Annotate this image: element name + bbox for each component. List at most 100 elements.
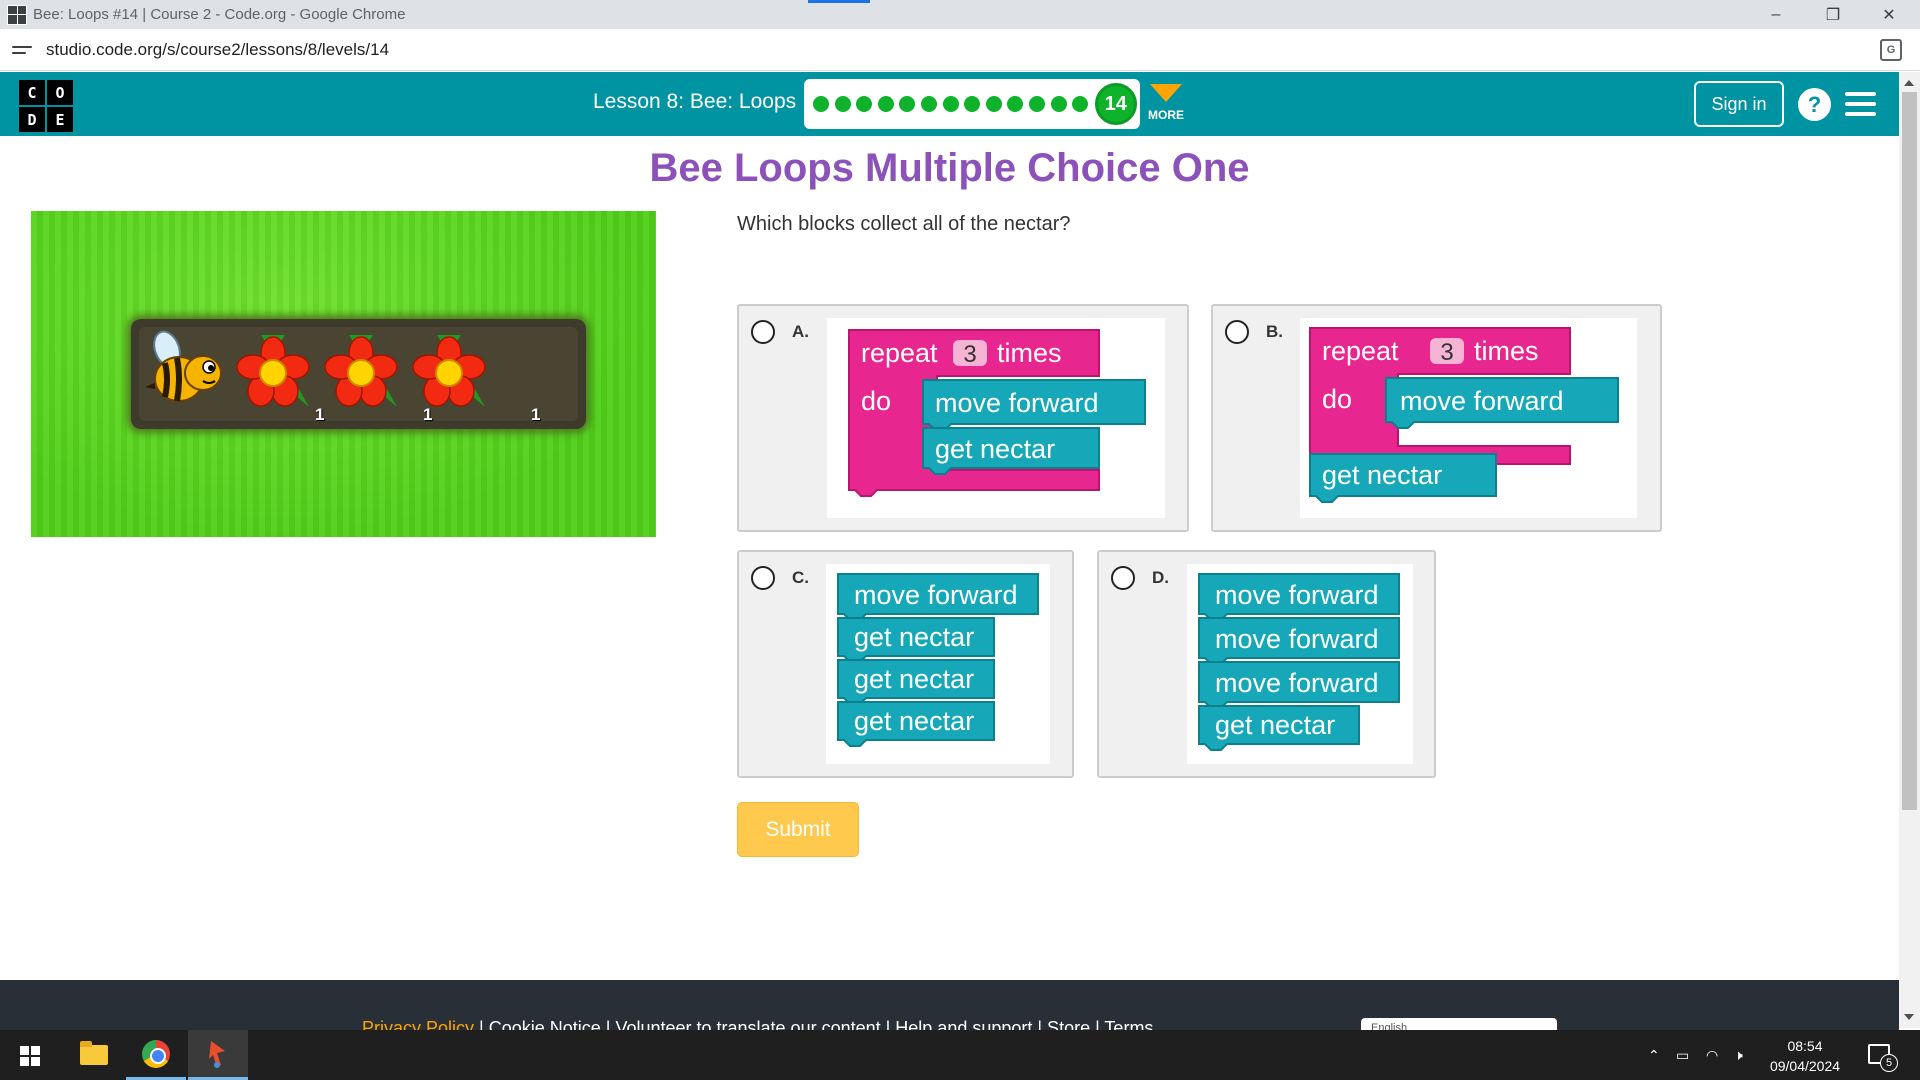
chevron-down-icon	[1150, 84, 1182, 102]
close-button[interactable]: ✕	[1866, 0, 1912, 29]
translate-icon[interactable]: G	[1880, 39, 1902, 61]
choice-c[interactable]: C. move forward get nectar get nectar ge…	[737, 550, 1074, 778]
file-explorer-taskbar-item[interactable]	[64, 1030, 124, 1080]
current-level-bubble[interactable]: 14	[1094, 83, 1137, 125]
progress-dot[interactable]	[920, 96, 937, 112]
progress-dot[interactable]	[834, 96, 851, 112]
codeorg-logo[interactable]: C O D E	[19, 80, 73, 132]
block-move-forward: move forward	[1215, 668, 1379, 698]
block-get-nectar: get nectar	[854, 622, 974, 652]
notification-center-icon[interactable]: 5	[1868, 1044, 1898, 1072]
address-bar[interactable]: studio.code.org/s/course2/lessons/8/leve…	[0, 29, 1920, 71]
times-label: times	[1474, 336, 1539, 366]
block-get-nectar: get nectar	[935, 434, 1055, 464]
do-label: do	[1322, 384, 1352, 414]
block-get-nectar: get nectar	[1215, 710, 1335, 740]
flower-icon	[412, 335, 486, 407]
repeat-label: repeat	[1322, 336, 1399, 366]
site-header: C O D E Lesson 8: Bee: Loops 14 MORE Sig…	[0, 72, 1899, 136]
progress-dot[interactable]	[899, 96, 916, 112]
page-scrollbar[interactable]	[1899, 72, 1920, 1028]
block-get-nectar: get nectar	[1322, 460, 1442, 490]
chevron-up-icon[interactable]: ⌃	[1648, 1030, 1660, 1080]
codeorg-favicon-icon	[7, 4, 27, 25]
browser-title-bar: Bee: Loops #14 | Course 2 - Code.org - G…	[0, 0, 1920, 29]
flower-icon	[324, 335, 398, 407]
progress-dot[interactable]	[856, 96, 873, 112]
repeat-count: 3	[963, 341, 976, 368]
scroll-down-arrow-icon[interactable]	[1904, 1014, 1914, 1020]
sign-in-button[interactable]: Sign in	[1694, 81, 1784, 127]
choice-d-radio[interactable]	[1111, 566, 1135, 590]
progress-dot[interactable]	[1028, 96, 1045, 112]
logo-letter: E	[47, 107, 73, 132]
site-footer: Privacy Policy | Cookie Notice | Volunte…	[0, 980, 1899, 1030]
lesson-title[interactable]: Lesson 8: Bee: Loops	[593, 90, 796, 114]
nectar-count: 1	[423, 405, 433, 424]
footer-other-links[interactable]: | Cookie Notice | Volunteer to translate…	[474, 1018, 1153, 1030]
logo-letter: O	[47, 80, 73, 105]
choice-b-radio[interactable]	[1225, 320, 1249, 344]
folder-icon	[80, 1041, 108, 1065]
chrome-icon	[142, 1039, 170, 1068]
choice-letter: B.	[1266, 322, 1283, 341]
game-visualization: 1 1 1	[31, 211, 656, 537]
progress-dot[interactable]	[1007, 96, 1024, 112]
privacy-policy-link[interactable]: Privacy Policy	[362, 1018, 474, 1030]
choice-c-radio[interactable]	[751, 566, 775, 590]
choice-c-blocks: move forward get nectar get nectar get n…	[826, 564, 1050, 764]
choice-d[interactable]: D. move forward move forward move forwar…	[1097, 550, 1436, 778]
logo-letter: C	[19, 80, 45, 105]
url-text[interactable]: studio.code.org/s/course2/lessons/8/leve…	[46, 40, 389, 60]
site-info-icon[interactable]	[12, 40, 32, 60]
windows-taskbar: ⌃ ▭ ◠ 🕨 08:54 09/04/2024 5	[0, 1030, 1920, 1080]
progress-dot[interactable]	[964, 96, 981, 112]
tab-indicator	[808, 0, 870, 3]
page-title: Bee Loops Multiple Choice One	[649, 146, 1250, 190]
clock-date: 09/04/2024	[1769, 1058, 1841, 1074]
help-icon[interactable]: ?	[1798, 88, 1831, 121]
choice-d-blocks: move forward move forward move forward g…	[1187, 564, 1413, 764]
nectar-count: 1	[315, 405, 325, 424]
language-select[interactable]: English	[1361, 1018, 1557, 1030]
repeat-count: 3	[1440, 339, 1453, 366]
progress-dot[interactable]	[942, 96, 959, 112]
times-label: times	[997, 338, 1062, 368]
scrollbar-thumb[interactable]	[1902, 92, 1917, 810]
notification-count: 5	[1880, 1054, 1898, 1072]
active-app-taskbar-item[interactable]	[188, 1030, 248, 1080]
windows-start-icon[interactable]	[20, 1046, 40, 1066]
battery-icon[interactable]: ▭	[1676, 1030, 1689, 1080]
minimize-button[interactable]: –	[1753, 0, 1799, 29]
block-move-forward: move forward	[1215, 580, 1379, 610]
choice-b-blocks: repeat 3 times do move forward get necta…	[1300, 318, 1637, 518]
bee-icon	[145, 330, 222, 402]
more-button[interactable]: MORE	[1146, 84, 1186, 122]
volume-muted-icon[interactable]: 🕨	[1734, 1030, 1743, 1080]
choice-letter: A.	[792, 322, 809, 341]
system-clock[interactable]: 08:54 09/04/2024	[1760, 1036, 1850, 1076]
block-move-forward: move forward	[1215, 624, 1379, 654]
progress-dots	[813, 96, 1094, 112]
progress-dot[interactable]	[985, 96, 1002, 112]
hamburger-menu-icon[interactable]	[1845, 92, 1876, 116]
scroll-up-arrow-icon[interactable]	[1904, 80, 1914, 86]
language-value: English	[1371, 1022, 1408, 1030]
block-move-forward: move forward	[1400, 386, 1564, 416]
submit-button[interactable]: Submit	[737, 802, 859, 857]
choice-a-blocks: repeat 3 times do move forward get necta…	[827, 318, 1165, 518]
choice-letter: D.	[1152, 568, 1169, 587]
restore-button[interactable]: ❐	[1810, 0, 1856, 29]
choice-b[interactable]: B. repeat 3 times do move forward get ne…	[1211, 304, 1662, 532]
progress-dot[interactable]	[1072, 96, 1089, 112]
level-progress: 14	[804, 79, 1140, 129]
chrome-taskbar-item[interactable]	[126, 1030, 186, 1080]
progress-dot[interactable]	[1050, 96, 1067, 112]
flower-icon	[236, 335, 310, 407]
progress-dot[interactable]	[813, 96, 829, 112]
do-label: do	[861, 386, 891, 416]
progress-dot[interactable]	[877, 96, 894, 112]
wifi-icon[interactable]: ◠	[1706, 1030, 1718, 1080]
choice-a[interactable]: A. repeat 3 times do move forward get ne…	[737, 304, 1189, 532]
choice-a-radio[interactable]	[751, 320, 775, 344]
